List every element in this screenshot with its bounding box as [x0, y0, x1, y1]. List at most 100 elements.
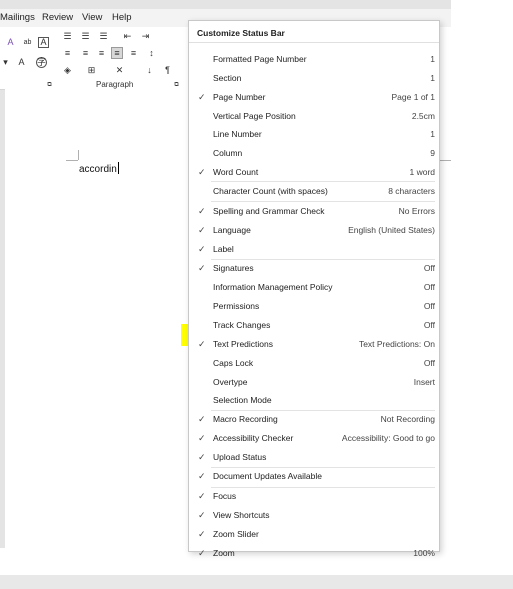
- menu-item-label: Information Management Policy: [213, 282, 333, 292]
- menu-item-zoom-slider[interactable]: ✓ Zoom Slider: [189, 526, 439, 544]
- menu-item-overtype[interactable]: Overtype Insert: [189, 374, 439, 392]
- document-text-content: accordin: [79, 164, 117, 175]
- menu-item-view-shortcuts[interactable]: ✓ View Shortcuts: [189, 507, 439, 525]
- margin-mark: [66, 160, 78, 161]
- menu-item-label: Permissions: [213, 301, 260, 311]
- menu-item-label: Overtype: [213, 377, 248, 387]
- menu-item-line-number[interactable]: Line Number 1: [189, 126, 439, 144]
- menu-item-formatted-page-number[interactable]: Formatted Page Number 1: [189, 51, 439, 69]
- character-border-icon[interactable]: A: [38, 37, 49, 48]
- menu-item-value: Accessibility: Good to go: [341, 433, 435, 443]
- menu-item-label: Spelling and Grammar Check: [213, 206, 325, 216]
- menu-item-label: Line Number: [213, 129, 262, 139]
- menu-item-label[interactable]: ✓ Label: [189, 241, 439, 259]
- menu-item-document-updates-available[interactable]: ✓ Document Updates Available: [189, 468, 439, 486]
- menu-item-text-predictions[interactable]: ✓ Text Predictions Text Predictions: On: [189, 336, 439, 354]
- checkmark-icon: ✓: [198, 225, 206, 235]
- menu-item-value: 8 characters: [388, 186, 435, 196]
- borders-icon[interactable]: ⊞: [86, 65, 97, 76]
- tab-view[interactable]: View: [82, 12, 102, 23]
- menu-item-vertical-page-position[interactable]: Vertical Page Position 2.5cm: [189, 108, 439, 126]
- menu-item-value: 1: [430, 73, 435, 83]
- menu-divider: [211, 487, 435, 488]
- menu-item-value: 100%: [413, 548, 435, 558]
- phonetic-guide-icon[interactable]: ab: [22, 37, 33, 48]
- menu-item-macro-recording[interactable]: ✓ Macro Recording Not Recording: [189, 411, 439, 429]
- menu-item-page-number[interactable]: ✓ Page Number Page 1 of 1: [189, 89, 439, 107]
- menu-item-column[interactable]: Column 9: [189, 145, 439, 163]
- menu-item-label: Text Predictions: [213, 339, 273, 349]
- menu-item-value: Text Predictions: On: [358, 339, 435, 349]
- menu-item-permissions[interactable]: Permissions Off: [189, 298, 439, 316]
- menu-item-label: Selection Mode: [213, 395, 272, 405]
- line-spacing-icon[interactable]: ↕: [146, 48, 157, 59]
- document-text[interactable]: accordin: [79, 162, 119, 175]
- tab-help[interactable]: Help: [112, 12, 132, 23]
- menu-item-label: Macro Recording: [213, 414, 278, 424]
- enclose-characters-icon[interactable]: 字: [36, 57, 47, 68]
- taskbar-strip: [0, 575, 513, 589]
- menu-item-information-management-policy[interactable]: Information Management Policy Off: [189, 279, 439, 297]
- decrease-indent-icon[interactable]: ⇤: [122, 31, 133, 42]
- justify-icon[interactable]: ≡: [111, 47, 123, 59]
- checkmark-icon: ✓: [198, 452, 206, 462]
- menu-item-character-count-with-spaces[interactable]: Character Count (with spaces) 8 character…: [189, 183, 439, 201]
- checkmark-icon: ✓: [198, 491, 206, 501]
- menu-item-label: Character Count (with spaces): [213, 186, 328, 196]
- menu-item-caps-lock[interactable]: Caps Lock Off: [189, 355, 439, 373]
- menu-item-selection-mode[interactable]: Selection Mode: [189, 392, 439, 410]
- menu-divider: [189, 42, 439, 43]
- menu-item-value: 1 word: [409, 167, 435, 177]
- customize-status-bar-menu: Customize Status Bar Formatted Page Numb…: [188, 20, 440, 558]
- menu-item-signatures[interactable]: ✓ Signatures Off: [189, 260, 439, 278]
- align-center-icon[interactable]: ≡: [80, 48, 91, 59]
- menu-item-label: Caps Lock: [213, 358, 254, 368]
- increase-indent-icon[interactable]: ⇥: [140, 31, 151, 42]
- bullets-icon[interactable]: ☰: [62, 31, 73, 42]
- menu-item-value: Insert: [413, 377, 435, 387]
- asian-layout-icon[interactable]: ✕: [114, 65, 125, 76]
- menu-item-zoom[interactable]: ✓ Zoom 100%: [189, 545, 439, 563]
- menu-item-language[interactable]: ✓ Language English (United States): [189, 222, 439, 240]
- sort-icon[interactable]: ↓: [144, 65, 155, 76]
- menu-item-value: 1: [430, 54, 435, 64]
- checkmark-icon: ✓: [198, 510, 206, 520]
- menu-item-section[interactable]: Section 1: [189, 70, 439, 88]
- checkmark-icon: ✓: [198, 471, 206, 481]
- menu-item-value: Off: [423, 320, 435, 330]
- numbering-icon[interactable]: ☰: [80, 31, 91, 42]
- checkmark-icon: ✓: [198, 339, 206, 349]
- menu-item-focus[interactable]: ✓ Focus: [189, 488, 439, 506]
- font-color-dropdown-icon[interactable]: ▾: [0, 57, 11, 68]
- menu-item-upload-status[interactable]: ✓ Upload Status: [189, 449, 439, 467]
- menu-item-label: Track Changes: [213, 320, 271, 330]
- character-shading-icon[interactable]: A: [16, 57, 27, 68]
- text-effects-icon[interactable]: A: [5, 37, 16, 48]
- checkmark-icon: ✓: [198, 206, 206, 216]
- checkmark-icon: ✓: [198, 263, 206, 273]
- menu-item-accessibility-checker[interactable]: ✓ Accessibility Checker Accessibility: Goo…: [189, 430, 439, 448]
- checkmark-icon: ✓: [198, 529, 206, 539]
- distributed-icon[interactable]: ≡: [128, 48, 139, 59]
- menu-divider: [211, 410, 435, 411]
- menu-item-label: View Shortcuts: [213, 510, 270, 520]
- menu-item-label: Focus: [213, 491, 237, 501]
- show-hide-marks-icon[interactable]: ¶: [162, 65, 173, 76]
- tab-mailings[interactable]: Mailings: [0, 12, 35, 23]
- shading-icon[interactable]: ◈: [62, 65, 73, 76]
- menu-item-label: Upload Status: [213, 452, 267, 462]
- checkmark-icon: ✓: [198, 433, 206, 443]
- multilevel-list-icon[interactable]: ☰: [98, 31, 109, 42]
- menu-item-track-changes[interactable]: Track Changes Off: [189, 317, 439, 335]
- menu-item-word-count[interactable]: ✓ Word Count 1 word: [189, 164, 439, 182]
- menu-item-label: Signatures: [213, 263, 254, 273]
- align-right-icon[interactable]: ≡: [96, 48, 107, 59]
- menu-item-spelling-and-grammar-check[interactable]: ✓ Spelling and Grammar Check No Errors: [189, 203, 439, 221]
- menu-item-label: Page Number: [213, 92, 266, 102]
- checkmark-icon: ✓: [198, 167, 206, 177]
- align-left-icon[interactable]: ≡: [62, 48, 73, 59]
- menu-item-label: Column: [213, 148, 243, 158]
- tab-review[interactable]: Review: [42, 12, 73, 23]
- menu-item-value: Off: [423, 263, 435, 273]
- menu-item-label: Document Updates Available: [213, 471, 322, 481]
